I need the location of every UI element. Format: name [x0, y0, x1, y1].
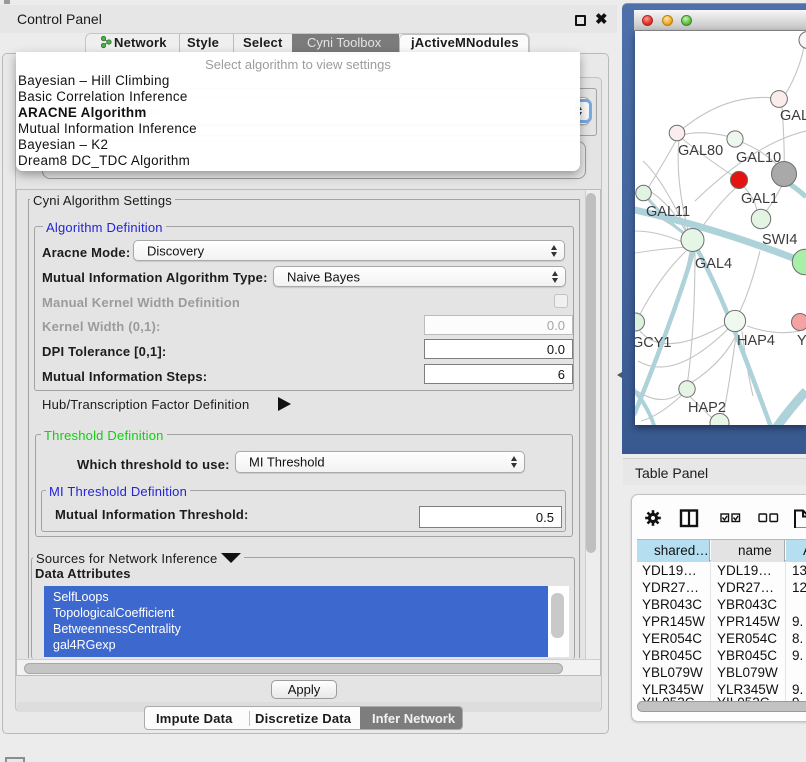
- svg-text:GAL80: GAL80: [678, 143, 723, 159]
- svg-text:HAP4: HAP4: [737, 333, 775, 349]
- svg-text:GAL11: GAL11: [646, 204, 690, 220]
- svg-text:HAP2: HAP2: [688, 400, 726, 416]
- svg-text:GAL10: GAL10: [736, 150, 781, 166]
- svg-text:GCY1: GCY1: [635, 335, 672, 351]
- svg-text:GAL7: GAL7: [780, 108, 806, 124]
- svg-text:GAL1: GAL1: [741, 191, 778, 207]
- svg-text:SWI4: SWI4: [762, 232, 797, 248]
- svg-text:YJ: YJ: [797, 333, 806, 349]
- svg-text:GAL4: GAL4: [695, 256, 732, 272]
